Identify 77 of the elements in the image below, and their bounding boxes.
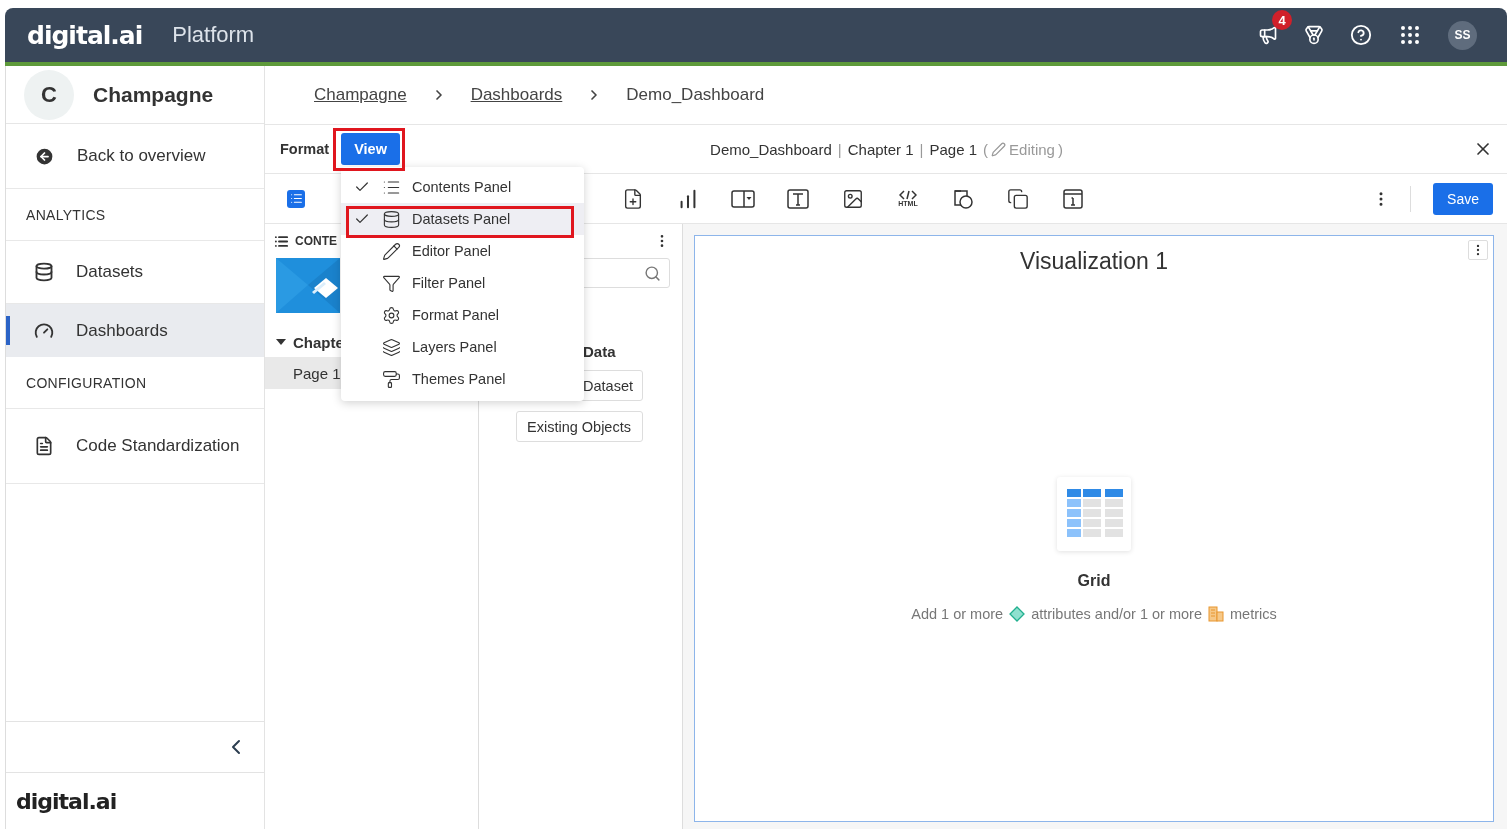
menu-item[interactable]: Datasets Panel — [341, 203, 584, 235]
new-page-icon[interactable] — [622, 187, 644, 210]
caret-icon[interactable] — [276, 339, 286, 345]
menu-item[interactable]: Editor Panel — [341, 235, 584, 267]
image-icon[interactable] — [842, 187, 864, 210]
search-icon — [644, 264, 661, 282]
info-icon[interactable] — [1063, 187, 1083, 210]
database-icon — [382, 209, 401, 229]
layers-icon — [382, 337, 401, 357]
workspace-avatar: C — [24, 69, 74, 120]
sidebar-item-label: Datasets — [76, 262, 144, 282]
visualization-title: Visualization 1 — [1020, 248, 1168, 275]
megaphone-icon[interactable] — [1258, 25, 1278, 45]
hint-text: attributes and/or 1 or more — [1031, 606, 1202, 622]
hint-text: Add 1 or more — [911, 606, 1004, 622]
title-part: Chapter 1 — [847, 140, 914, 158]
building-chart-icon — [1208, 606, 1224, 622]
section-title: ANALYTICS — [6, 189, 264, 241]
notification-badge: 4 — [1272, 10, 1292, 30]
highlight-frame — [333, 128, 405, 171]
hint-text: metrics — [1230, 606, 1277, 622]
contents-toggle-icon[interactable] — [287, 189, 305, 208]
back-link[interactable]: Back to overview — [6, 124, 264, 189]
back-link-label: Back to overview — [77, 146, 206, 166]
code-icon — [899, 189, 917, 200]
breadcrumb-link[interactable]: Champagne — [314, 85, 407, 105]
visualization-type: Grid — [1077, 572, 1111, 590]
menu-item[interactable]: Filter Panel — [341, 267, 584, 299]
section-title: CONFIGURATION — [6, 357, 264, 409]
parenthesis: ( — [983, 140, 989, 158]
more-icon[interactable] — [1468, 240, 1488, 260]
medal-icon[interactable] — [1304, 25, 1324, 45]
product-name: Platform — [172, 22, 255, 48]
menu-tab[interactable]: Format — [280, 133, 330, 165]
filter-icon — [382, 273, 401, 293]
duplicate-icon[interactable] — [1007, 187, 1029, 210]
menu-tab[interactable]: View — [341, 133, 400, 165]
separator: | — [919, 140, 924, 158]
panel-heading: CONTE — [295, 234, 337, 248]
gauge-icon — [34, 320, 54, 341]
shapes-icon[interactable] — [952, 187, 974, 210]
help-icon[interactable] — [1350, 24, 1372, 46]
visualization-card[interactable]: Visualization 1 Grid Add 1 or more attributes and/or 1 or more metrics — [694, 235, 1494, 822]
diamond-icon — [1009, 606, 1026, 622]
editing-status: Editing — [1009, 140, 1055, 158]
dataset-button[interactable]: Existing Objects — [516, 411, 643, 442]
contents-icon — [274, 233, 289, 249]
pen-icon — [991, 141, 1007, 157]
save-button[interactable]: Save — [1433, 182, 1493, 215]
title-part: Page 1 — [929, 140, 978, 158]
apps-icon[interactable] — [1398, 23, 1422, 47]
text-box-icon[interactable] — [787, 188, 809, 209]
paint-roller-icon — [382, 369, 401, 389]
sidebar-item-label: Dashboards — [76, 320, 168, 341]
menu-item[interactable]: Format Panel — [341, 299, 584, 331]
document-icon — [34, 436, 54, 456]
sidebar-item-label: Code Standardization — [76, 436, 240, 456]
settings-icon — [382, 305, 401, 325]
database-icon — [34, 262, 54, 282]
dropdown-icon[interactable] — [731, 189, 755, 208]
menu-item[interactable]: Layers Panel — [341, 331, 584, 363]
title-part: Demo_Dashboard — [710, 140, 832, 158]
footer-logo: digital.ai — [16, 788, 117, 814]
pencil-icon — [382, 241, 401, 261]
chapter-label[interactable]: Chapte — [293, 333, 344, 351]
user-avatar[interactable]: SS — [1448, 20, 1477, 50]
menu-item[interactable]: Contents Panel — [341, 171, 584, 203]
sidebar-item[interactable]: Code Standardization — [6, 409, 264, 484]
workspace-name: Champagne — [93, 82, 214, 107]
menu-item[interactable]: Themes Panel — [341, 363, 584, 395]
sidebar-item[interactable]: Dashboards — [6, 304, 264, 357]
grid-icon — [1057, 477, 1131, 551]
separator: | — [837, 140, 842, 158]
logo: digital.ai — [27, 20, 143, 50]
breadcrumb-link[interactable]: Dashboards — [470, 85, 563, 105]
parenthesis: ) — [1057, 140, 1063, 158]
breadcrumb-current[interactable]: Demo_Dashboard — [626, 85, 765, 105]
